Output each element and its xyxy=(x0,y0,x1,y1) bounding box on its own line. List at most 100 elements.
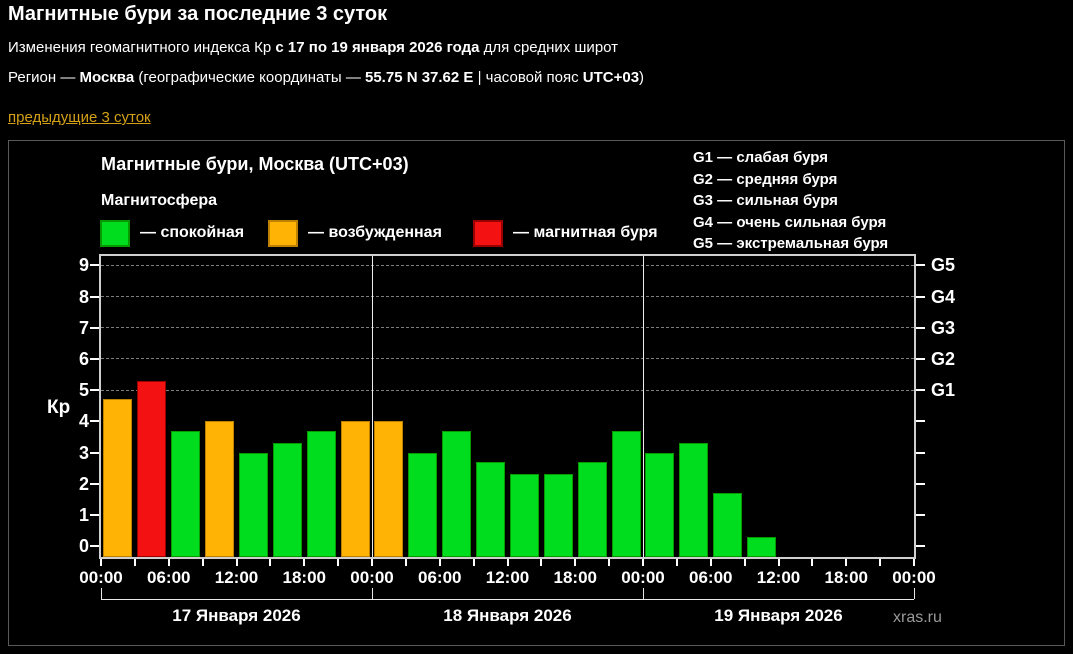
g-scale-legend: G1 — слабая буря G2 — средняя буря G3 — … xyxy=(693,147,888,255)
x-axis-time-label: 18:00 xyxy=(812,568,880,588)
day-divider xyxy=(372,256,373,557)
region-coords: 55.75 N 37.62 E xyxy=(365,69,473,86)
y-axis-tick xyxy=(90,358,99,360)
y-axis-label: 7 xyxy=(47,317,89,339)
kp-bar xyxy=(645,453,674,557)
y-axis-tick xyxy=(90,452,99,454)
plot-area xyxy=(101,256,914,557)
x-axis-tick xyxy=(811,559,813,566)
kp-bar xyxy=(679,443,708,557)
g-legend-g4: G4 — очень сильная буря xyxy=(693,212,888,234)
x-axis-tick xyxy=(744,559,746,566)
y-axis-tick xyxy=(90,483,99,485)
x-axis-tick xyxy=(236,559,238,566)
active-swatch-icon xyxy=(268,220,298,247)
storm-swatch-icon xyxy=(473,220,503,247)
y-axis-tick xyxy=(90,264,99,266)
date-label: 17 Января 2026 xyxy=(127,606,347,626)
y-axis-tick xyxy=(90,514,99,516)
g-scale-label: G4 xyxy=(931,286,981,308)
page-title: Магнитные бури за последние 3 суток xyxy=(8,3,1068,26)
x-axis-tick xyxy=(710,559,712,566)
x-axis-tick xyxy=(879,559,881,566)
kp-bar xyxy=(171,431,200,557)
g-legend-g3: G3 — сильная буря xyxy=(693,190,888,212)
y-axis-label: 4 xyxy=(47,410,89,432)
subtitle-suffix: для средних широт xyxy=(480,39,619,56)
y-axis-tick-right xyxy=(916,514,925,516)
x-axis-time-label: 06:00 xyxy=(135,568,203,588)
y-axis-tick-right xyxy=(916,420,925,422)
y-axis-tick-right xyxy=(916,264,925,266)
x-axis-tick xyxy=(540,559,542,566)
region-mid: (географические координаты — xyxy=(134,69,365,86)
kp-bar xyxy=(341,421,370,557)
x-axis-tick xyxy=(371,559,373,566)
date-bracket-tick xyxy=(372,588,373,599)
page-header: Магнитные бури за последние 3 суток Изме… xyxy=(8,0,1068,127)
x-axis-tick xyxy=(778,559,780,566)
y-axis-tick-right xyxy=(916,327,925,329)
subtitle-dates: с 17 по 19 января 2026 года xyxy=(275,39,479,56)
y-axis-label: 0 xyxy=(47,535,89,557)
previous-3-days-link[interactable]: предыдущие 3 суток xyxy=(8,109,151,126)
date-bracket xyxy=(101,599,914,600)
y-axis-label: 5 xyxy=(47,379,89,401)
g-scale-label: G1 xyxy=(931,379,981,401)
y-axis-tick xyxy=(90,327,99,329)
x-axis-tick xyxy=(845,559,847,566)
x-axis-tick xyxy=(100,559,102,566)
region-name: Москва xyxy=(80,69,135,86)
date-bracket-tick xyxy=(101,588,102,599)
y-axis-tick-right xyxy=(916,358,925,360)
subtitle-prefix: Изменения геомагнитного индекса Кр xyxy=(8,39,275,56)
y-axis-tick-right xyxy=(916,545,925,547)
y-axis-tick xyxy=(90,389,99,391)
x-axis-tick xyxy=(642,559,644,566)
x-axis-time-label: 12:00 xyxy=(745,568,813,588)
legend-label-active: — возбужденная xyxy=(308,224,442,242)
g-legend-g2: G2 — средняя буря xyxy=(693,169,888,191)
region-timezone: UTC+03 xyxy=(583,69,639,86)
g-legend-g1: G1 — слабая буря xyxy=(693,147,888,169)
y-axis-label: 2 xyxy=(47,473,89,495)
y-axis-tick xyxy=(90,545,99,547)
date-bracket-tick xyxy=(914,588,915,599)
x-axis-tick xyxy=(574,559,576,566)
kp-bar xyxy=(137,381,166,557)
chart-widget: Магнитные бури, Москва (UTC+03) Магнитос… xyxy=(8,140,1065,646)
x-axis-tick xyxy=(608,559,610,566)
x-axis-time-label: 00:00 xyxy=(609,568,677,588)
y-axis-label: 9 xyxy=(47,254,89,276)
legend-label-storm: — магнитная буря xyxy=(513,224,658,242)
x-axis-tick xyxy=(676,559,678,566)
x-axis-time-label: 18:00 xyxy=(541,568,609,588)
kp-bar xyxy=(578,462,607,557)
g-scale-label: G2 xyxy=(931,348,981,370)
gridline-kp5 xyxy=(101,390,914,391)
legend-title: Магнитосфера xyxy=(101,192,217,210)
chart-title: Магнитные бури, Москва (UTC+03) xyxy=(101,154,409,175)
x-axis-time-label: 18:00 xyxy=(270,568,338,588)
region-suffix: ) xyxy=(639,69,644,86)
x-axis-tick xyxy=(269,559,271,566)
x-axis-tick xyxy=(202,559,204,566)
x-axis-time-label: 00:00 xyxy=(880,568,948,588)
x-axis-tick xyxy=(913,559,915,566)
kp-bar xyxy=(103,399,132,557)
y-axis-tick-right xyxy=(916,483,925,485)
x-axis-tick xyxy=(507,559,509,566)
y-axis-label: 1 xyxy=(47,504,89,526)
gridline-kp8 xyxy=(101,296,914,297)
x-axis-tick xyxy=(405,559,407,566)
x-axis-time-label: 00:00 xyxy=(338,568,406,588)
kp-bar xyxy=(273,443,302,557)
g-scale-label: G5 xyxy=(931,254,981,276)
kp-bar xyxy=(307,431,336,557)
kp-bar xyxy=(510,474,539,557)
date-label: 18 Января 2026 xyxy=(398,606,618,626)
quiet-swatch-icon xyxy=(100,220,130,247)
region-line: Регион — Москва (географические координа… xyxy=(8,69,1068,86)
kp-bar xyxy=(374,421,403,557)
x-axis-tick xyxy=(439,559,441,566)
